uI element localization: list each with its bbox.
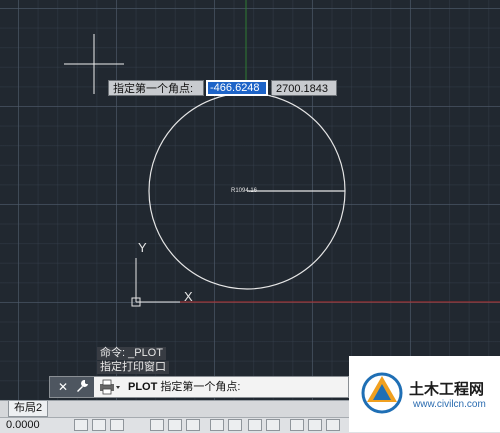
watermark-title: 土木工程网 xyxy=(409,380,485,398)
current-prompt: 指定第一个角点: xyxy=(160,381,241,393)
annotation-monitor-icon[interactable] xyxy=(326,419,340,431)
selection-cycling-icon[interactable] xyxy=(308,419,322,431)
command-line[interactable]: ✕ PLOT 指定第一个角点: xyxy=(49,376,349,398)
command-history-line: 命令: _PLOT xyxy=(97,347,166,360)
osnap-icon[interactable] xyxy=(186,419,200,431)
watermark-url: www.civilcn.com xyxy=(413,399,486,410)
close-icon[interactable]: ✕ xyxy=(54,379,72,395)
drawing-layer[interactable]: R1094.16 Y X xyxy=(0,0,500,400)
watermark: 土木工程网 www.civilcn.com xyxy=(349,356,500,432)
civilcn-logo xyxy=(361,372,403,414)
ucs-y-label: Y xyxy=(138,240,147,255)
ucs-x-label: X xyxy=(184,289,193,304)
ortho-icon[interactable] xyxy=(150,419,164,431)
lineweight-icon[interactable] xyxy=(266,419,280,431)
coordinate-readout: 0.0000 xyxy=(6,419,40,431)
transparency-icon[interactable] xyxy=(290,419,304,431)
current-command: PLOT xyxy=(128,381,158,393)
dyn-icon[interactable] xyxy=(248,419,262,431)
command-prompt: PLOT 指定第一个角点: xyxy=(128,377,240,397)
dynamic-input-prompt: 指定第一个角点: xyxy=(108,80,204,96)
x-coordinate-value[interactable]: -466.6248 xyxy=(208,82,266,94)
command-history-line: 指定打印窗口 xyxy=(97,361,169,374)
printer-icon[interactable] xyxy=(98,379,122,395)
model-space-icon[interactable] xyxy=(74,419,88,431)
otrack-icon[interactable] xyxy=(210,419,224,431)
command-line-toolbar: ✕ xyxy=(50,377,94,397)
tab-layout-2[interactable]: 布局2 xyxy=(8,401,49,417)
y-coordinate-input[interactable]: 2700.1843 xyxy=(271,80,337,96)
radius-dimension-label: R1094.16 xyxy=(231,188,258,194)
snap-icon[interactable] xyxy=(110,419,124,431)
polar-icon[interactable] xyxy=(168,419,182,431)
ducs-icon[interactable] xyxy=(228,419,242,431)
x-coordinate-input[interactable]: -466.6248 xyxy=(206,80,268,96)
wrench-icon[interactable] xyxy=(74,379,92,395)
ucs-icon: Y X xyxy=(131,240,193,307)
grid-icon[interactable] xyxy=(92,419,106,431)
